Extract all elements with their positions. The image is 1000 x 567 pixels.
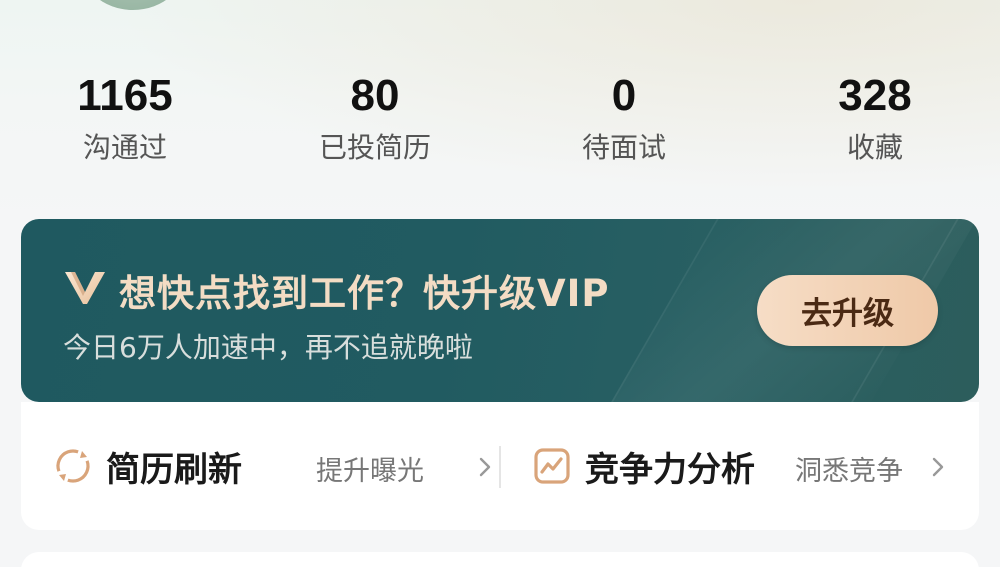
upgrade-button[interactable]: 去升级	[757, 275, 938, 346]
tool-name: 竞争力分析	[585, 449, 755, 490]
stat-value: 1165	[77, 71, 173, 120]
tools-card: 简历刷新 提升曝光 竞争力分析 洞悉竞争	[21, 402, 979, 530]
stat-label: 收藏	[846, 131, 903, 164]
stats-row: 1165 沟通过 80 已投简历 0 待面试 328 收藏	[0, 68, 1000, 188]
stat-value: 328	[838, 71, 912, 120]
tool-name: 简历刷新	[106, 449, 242, 490]
vip-v-logo-icon	[65, 272, 105, 304]
stat-communicated[interactable]: 1165 沟通过	[15, 68, 235, 166]
stat-label: 待面试	[581, 131, 666, 164]
stat-value: 80	[350, 71, 400, 120]
chevron-right-icon	[932, 457, 944, 477]
resume-refresh-tool[interactable]: 简历刷新 提升曝光	[54, 402, 494, 530]
stat-label: 沟通过	[82, 131, 167, 164]
tool-hint: 提升曝光	[316, 456, 424, 487]
next-card	[21, 552, 979, 567]
stat-value: 0	[611, 71, 637, 120]
trend-chart-icon	[534, 448, 570, 484]
stat-applied[interactable]: 80 已投简历	[265, 68, 485, 166]
refresh-icon	[56, 449, 90, 483]
stat-label: 已投简历	[318, 131, 431, 164]
stat-interview[interactable]: 0 待面试	[514, 68, 734, 166]
competitiveness-analysis-tool[interactable]: 竞争力分析 洞悉竞争	[533, 402, 973, 530]
stat-favorites[interactable]: 328 收藏	[765, 68, 985, 166]
chevron-right-icon	[479, 457, 491, 477]
vip-banner-subtitle: 今日6万人加速中，再不追就晚啦	[63, 331, 473, 364]
vip-banner-title: 想快点找到工作？快升级VIP	[119, 272, 610, 315]
divider	[499, 446, 501, 488]
tool-hint: 洞悉竞争	[795, 456, 903, 487]
vip-banner[interactable]: 想快点找到工作？快升级VIP 今日6万人加速中，再不追就晚啦 去升级	[21, 219, 979, 402]
